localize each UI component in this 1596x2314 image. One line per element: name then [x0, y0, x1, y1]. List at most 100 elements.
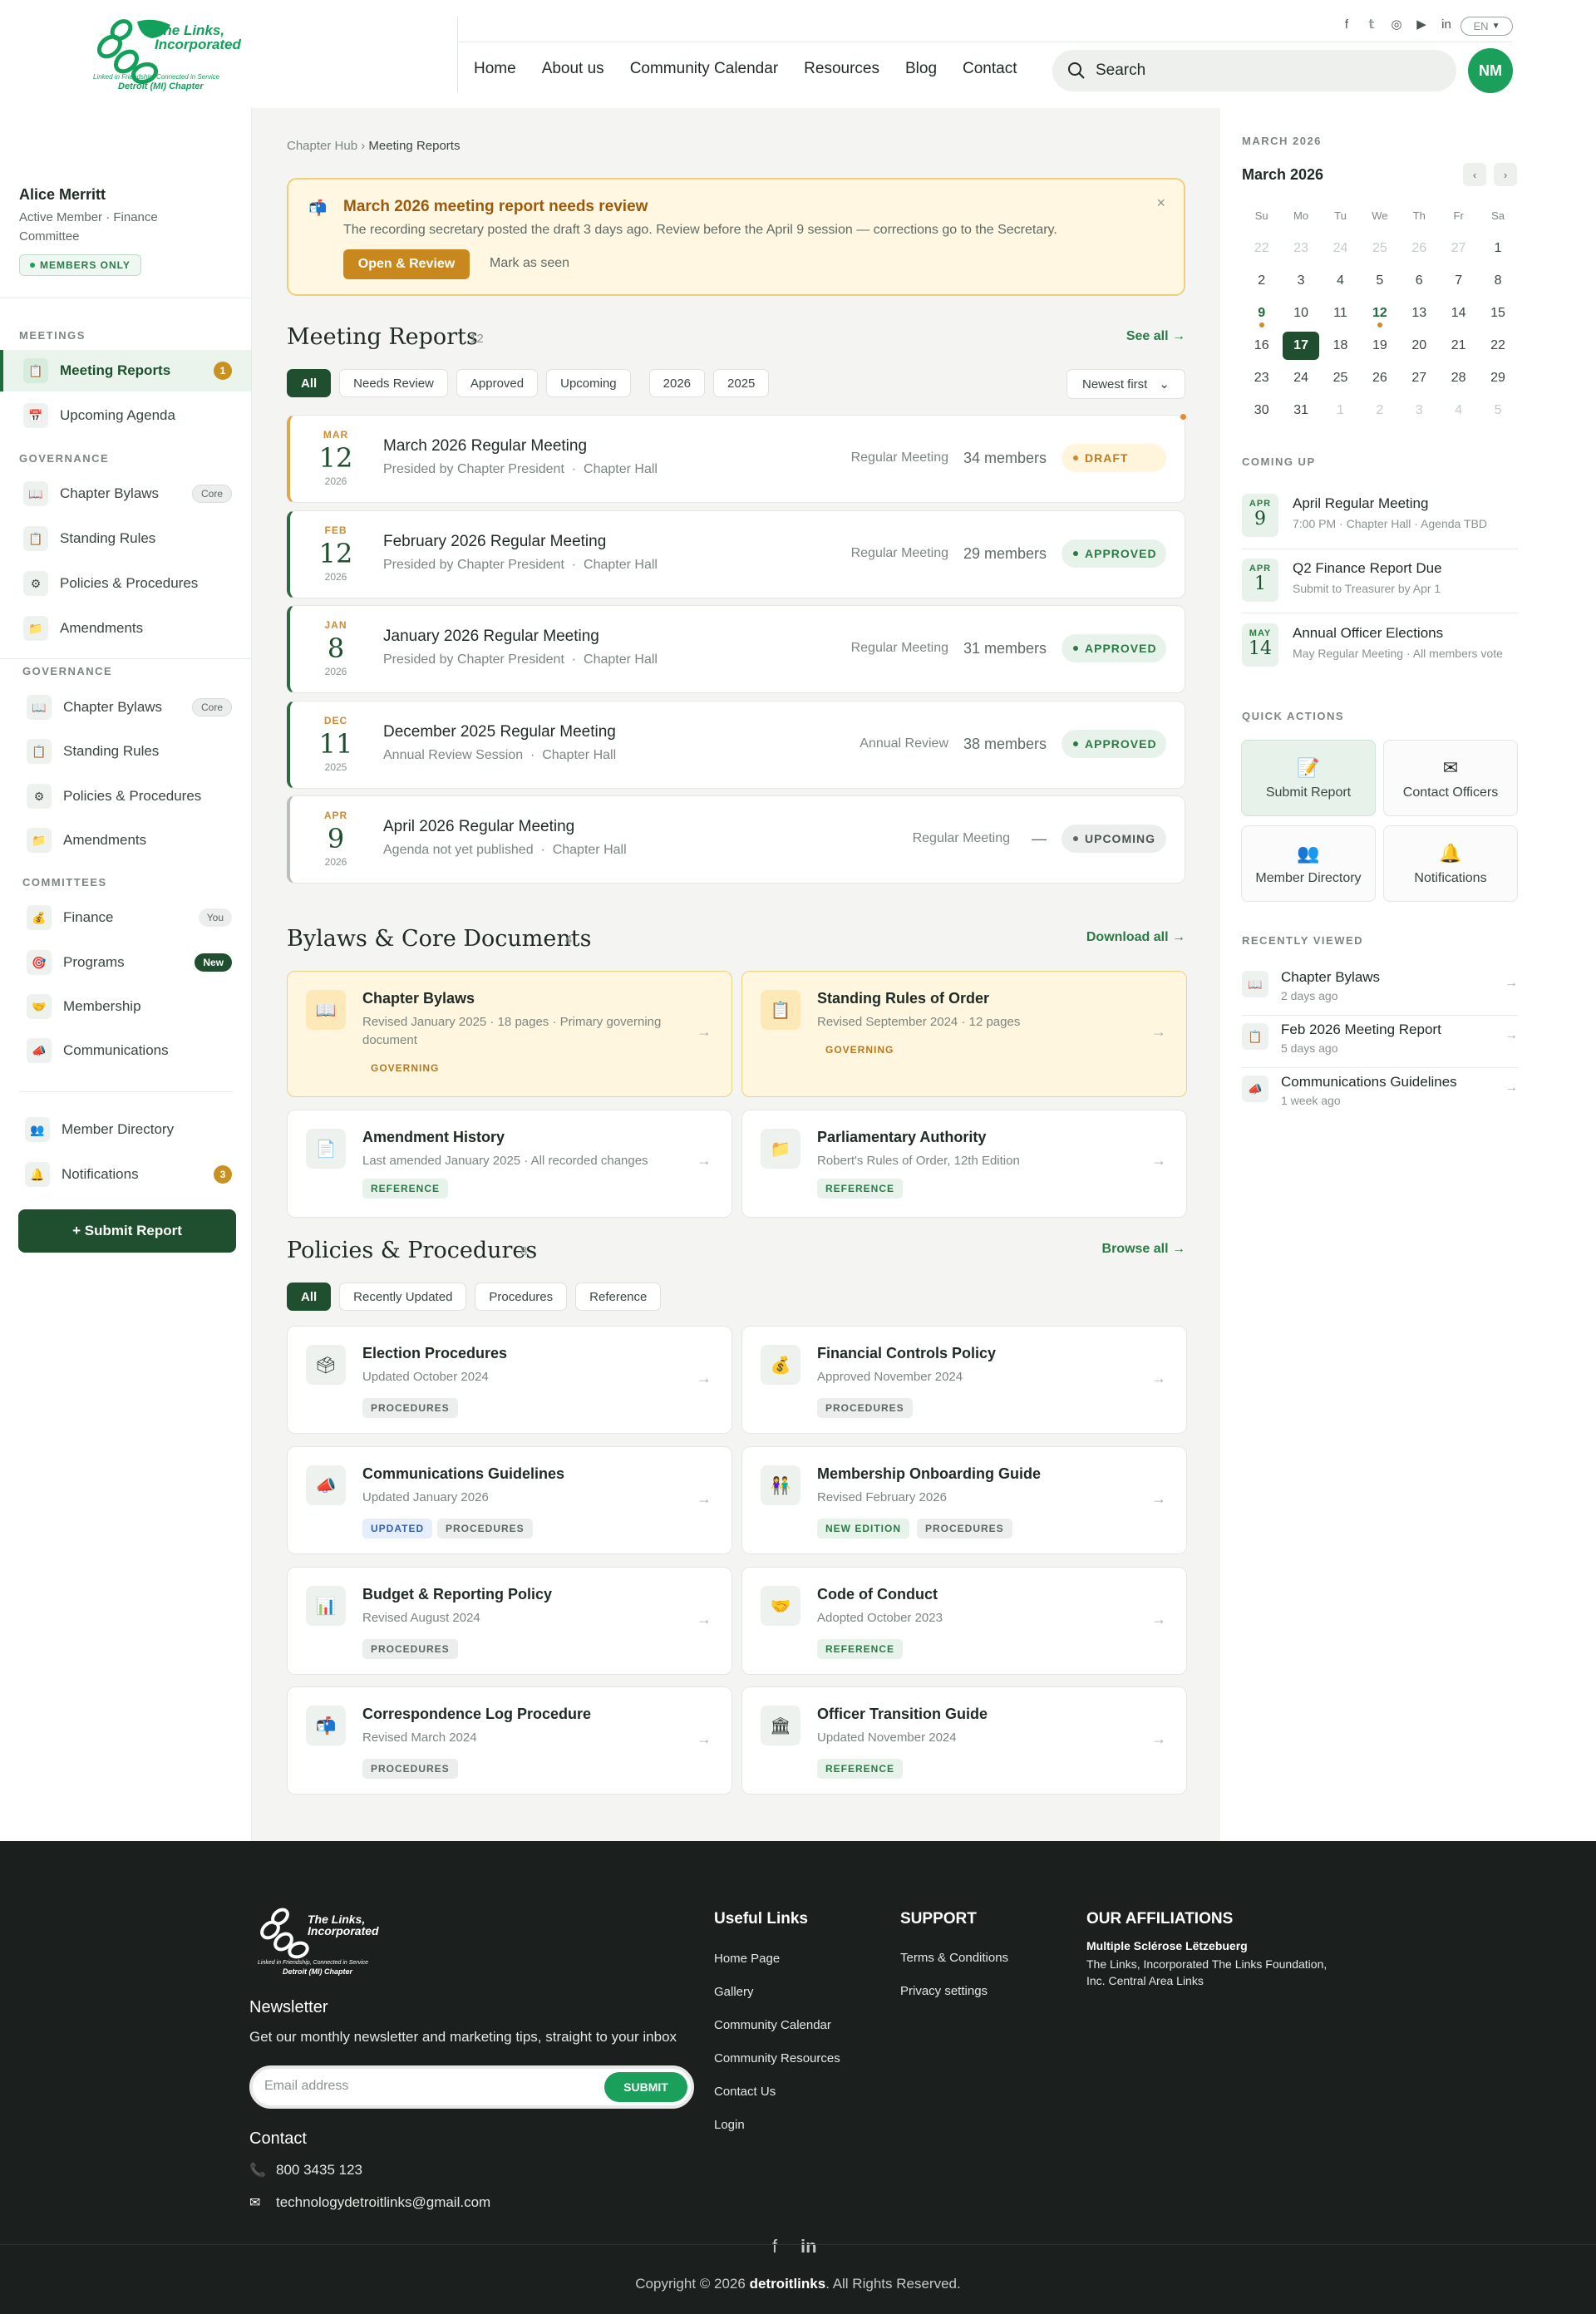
calendar-day[interactable]: 3	[1400, 403, 1439, 418]
calendar-day[interactable]: 22	[1242, 241, 1281, 256]
meeting-row[interactable]: FEB 12 2026 February 2026 Regular Meetin…	[287, 510, 1185, 598]
submit-report-button[interactable]: + Submit Report	[18, 1209, 236, 1253]
filter-all[interactable]: All	[287, 369, 332, 397]
calendar-day[interactable]: 15	[1478, 306, 1517, 321]
calendar-day[interactable]: 1	[1478, 241, 1517, 256]
calendar-day[interactable]: 5	[1478, 403, 1517, 418]
filter-upcoming[interactable]: Upcoming	[546, 369, 631, 397]
youtube-icon[interactable]: ▶	[1415, 17, 1428, 32]
calendar-next-button[interactable]: ›	[1494, 163, 1517, 186]
sidebar-item-communications[interactable]: 📣 Communications	[0, 1030, 251, 1071]
sidebar-item-policies[interactable]: ⚙ Policies & Procedures	[0, 563, 251, 604]
calendar-day[interactable]: 4	[1321, 273, 1360, 288]
calendar-day[interactable]: 14	[1439, 306, 1478, 321]
sidebar-item-chapter-bylaws[interactable]: 📖 Chapter Bylaws Core	[0, 473, 251, 514]
calendar-day[interactable]: 13	[1400, 306, 1439, 321]
sidebar-item-policies-2[interactable]: ⚙ Policies & Procedures	[0, 775, 251, 817]
calendar-day[interactable]: 29	[1478, 371, 1517, 386]
filter-reference[interactable]: Reference	[575, 1283, 662, 1311]
quick-action-member-directory[interactable]: 👥 Member Directory	[1241, 825, 1376, 902]
calendar-day[interactable]: 26	[1360, 371, 1399, 386]
calendar-day[interactable]: 17	[1281, 331, 1320, 360]
calendar-day[interactable]: 20	[1400, 338, 1439, 353]
calendar-prev-button[interactable]: ‹	[1463, 163, 1486, 186]
calendar-day[interactable]: 27	[1400, 371, 1439, 386]
calendar-day[interactable]: 18	[1321, 338, 1360, 353]
calendar-day[interactable]: 2	[1242, 273, 1281, 288]
quick-action-notifications[interactable]: 🔔 Notifications	[1383, 825, 1518, 902]
meeting-row[interactable]: JAN 8 2026 January 2026 Regular Meeting …	[287, 605, 1185, 693]
footer-link-privacy[interactable]: Privacy settings	[900, 1984, 988, 1998]
nav-about[interactable]: About us	[542, 60, 604, 78]
calendar-day[interactable]: 5	[1360, 273, 1399, 288]
footer-link-terms[interactable]: Terms & Conditions	[900, 1951, 1008, 1965]
policy-card-correspondence-log[interactable]: 📬 Correspondence Log Procedure Revised M…	[287, 1686, 732, 1795]
footer-link-gallery[interactable]: Gallery	[714, 1985, 754, 1999]
footer-link-calendar[interactable]: Community Calendar	[714, 2018, 831, 2032]
policy-card-code-of-conduct[interactable]: 🤝 Code of Conduct Adopted October 2023 R…	[741, 1567, 1187, 1675]
meeting-row[interactable]: APR 9 2026 April 2026 Regular Meeting Ag…	[287, 795, 1185, 884]
meeting-row[interactable]: MAR 12 2026 March 2026 Regular Meeting P…	[287, 414, 1186, 503]
calendar-day[interactable]: 3	[1281, 273, 1320, 288]
nav-home[interactable]: Home	[474, 60, 516, 78]
sidebar-item-programs[interactable]: 🎯 Programs New	[0, 942, 251, 983]
doc-card-parliamentary-authority[interactable]: 📁 Parliamentary Authority Robert's Rules…	[741, 1110, 1187, 1218]
filter-procedures[interactable]: Procedures	[475, 1283, 568, 1311]
footer-linkedin-icon[interactable]: in	[800, 2236, 817, 2257]
browse-all-link[interactable]: Browse all →	[1102, 1242, 1185, 1257]
calendar-day[interactable]: 19	[1360, 338, 1399, 353]
sidebar-item-meeting-reports[interactable]: 📋 Meeting Reports 1	[0, 350, 251, 391]
doc-card-amendment-history[interactable]: 📄 Amendment History Last amended January…	[287, 1110, 732, 1218]
sidebar-item-amendments[interactable]: 📁 Amendments	[0, 608, 251, 649]
footer-link-contact[interactable]: Contact Us	[714, 2085, 776, 2099]
policy-card-membership-onboarding[interactable]: 👫 Membership Onboarding Guide Revised Fe…	[741, 1446, 1187, 1554]
policy-card-election-procedures[interactable]: 🗳 Election Procedures Updated October 20…	[287, 1326, 732, 1434]
upcoming-event[interactable]: MAY 14 Annual Officer Elections May Regul…	[1242, 620, 1518, 673]
calendar-day[interactable]: 27	[1439, 241, 1478, 256]
newsletter-submit-button[interactable]: SUBMIT	[604, 2072, 687, 2102]
contact-email[interactable]: technologydetroitlinks@gmail.com	[276, 2194, 490, 2211]
calendar-day[interactable]: 26	[1400, 241, 1439, 256]
meeting-row[interactable]: DEC 11 2025 December 2025 Regular Meetin…	[287, 701, 1185, 789]
filter-2025[interactable]: 2025	[713, 369, 770, 397]
nav-blog[interactable]: Blog	[905, 60, 937, 78]
calendar-day[interactable]: 25	[1321, 371, 1360, 386]
footer-link-resources[interactable]: Community Resources	[714, 2051, 840, 2065]
sidebar-item-notifications[interactable]: 🔔 Notifications 3	[0, 1154, 251, 1195]
filter-all[interactable]: All	[287, 1283, 332, 1311]
recent-item[interactable]: 📖 Chapter Bylaws 2 days ago →	[1242, 964, 1518, 1016]
calendar-day[interactable]: 7	[1439, 273, 1478, 288]
nav-calendar[interactable]: Community Calendar	[630, 60, 778, 78]
calendar-day[interactable]: 28	[1439, 371, 1478, 386]
calendar-day[interactable]: 23	[1242, 371, 1281, 386]
breadcrumb-hub[interactable]: Chapter Hub	[287, 139, 357, 153]
policy-card-officer-transition[interactable]: 🏛 Officer Transition Guide Updated Novem…	[741, 1686, 1187, 1795]
calendar-day[interactable]: 9	[1242, 306, 1281, 327]
calendar-day[interactable]: 24	[1281, 371, 1320, 386]
contact-phone[interactable]: 800 3435 123	[276, 2162, 362, 2179]
calendar-day[interactable]: 4	[1439, 403, 1478, 418]
open-review-button[interactable]: Open & Review	[343, 249, 470, 279]
calendar-day[interactable]: 11	[1321, 306, 1360, 321]
sidebar-item-standing-rules-2[interactable]: 📋 Standing Rules	[0, 731, 251, 772]
calendar-day[interactable]: 16	[1242, 338, 1281, 353]
recent-item[interactable]: 📣 Communications Guidelines 1 week ago →	[1242, 1069, 1518, 1120]
calendar-day[interactable]: 31	[1281, 403, 1320, 418]
twitter-icon[interactable]: 𝕥	[1365, 17, 1378, 32]
sidebar-item-member-directory[interactable]: 👥 Member Directory	[0, 1109, 251, 1150]
doc-card-standing-rules[interactable]: 📋 Standing Rules of Order Revised Septem…	[741, 971, 1187, 1097]
calendar-day[interactable]: 1	[1321, 403, 1360, 418]
mark-seen-button[interactable]: Mark as seen	[490, 256, 569, 271]
policy-card-budget-reporting[interactable]: 📊 Budget & Reporting Policy Revised Augu…	[287, 1567, 732, 1675]
upcoming-event[interactable]: APR 1 Q2 Finance Report Due Submit to Tre…	[1242, 555, 1518, 608]
sidebar-item-finance[interactable]: 💰 Finance You	[0, 897, 251, 938]
calendar-day[interactable]: 10	[1281, 306, 1320, 321]
user-avatar[interactable]: NM	[1468, 48, 1513, 93]
quick-action-contact-officers[interactable]: ✉ Contact Officers	[1383, 740, 1518, 816]
sort-select[interactable]: Newest first ⌄	[1066, 369, 1185, 399]
calendar-day[interactable]: 21	[1439, 338, 1478, 353]
nav-contact[interactable]: Contact	[963, 60, 1017, 78]
sidebar-item-chapter-bylaws-2[interactable]: 📖 Chapter Bylaws Core	[0, 687, 251, 728]
footer-link-home[interactable]: Home Page	[714, 1952, 780, 1966]
calendar-day[interactable]: 8	[1478, 273, 1517, 288]
